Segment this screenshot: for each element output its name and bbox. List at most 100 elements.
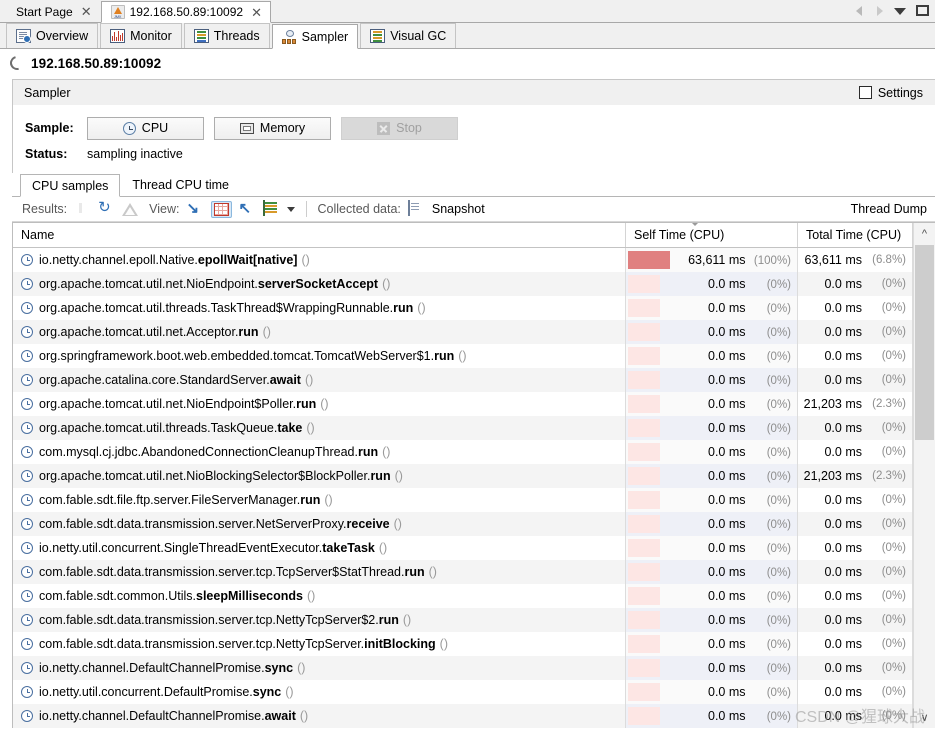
cell-name: io.netty.util.concurrent.SingleThreadEve… xyxy=(13,536,626,560)
self-time-value-wrap: 0.0 ms (0%) xyxy=(708,589,797,603)
table-row[interactable]: org.apache.tomcat.util.net.NioEndpoint. s… xyxy=(13,272,935,296)
view-dropdown-caret-icon[interactable] xyxy=(286,206,295,212)
cpu-sample-button[interactable]: CPU xyxy=(87,116,204,140)
self-time-percent: (0%) xyxy=(766,711,791,723)
table-row[interactable]: com.mysql.cj.jdbc.AbandonedConnectionCle… xyxy=(13,440,935,464)
snapshot-icon[interactable] xyxy=(407,199,425,218)
self-time-value: 0.0 ms xyxy=(708,637,746,651)
table-row[interactable]: io.netty.util.concurrent.DefaultPromise.… xyxy=(13,680,935,704)
table-row[interactable]: com.fable.sdt.file.ftp.server.FileServer… xyxy=(13,488,935,512)
self-time-bar xyxy=(628,659,660,677)
maximize-box-icon[interactable] xyxy=(916,5,929,16)
table-row[interactable]: com.fable.sdt.data.transmission.server.t… xyxy=(13,632,935,656)
settings-checkbox[interactable] xyxy=(858,86,872,99)
refresh-results-icon[interactable]: ↻ xyxy=(98,200,115,218)
tab-thread-cpu-time[interactable]: Thread CPU time xyxy=(120,173,241,196)
method-args: () xyxy=(458,349,467,363)
tab-sampler[interactable]: Sampler xyxy=(271,24,359,49)
tab-overview[interactable]: Overview xyxy=(6,23,99,48)
view-tab-bar: Overview Monitor Threads Sampler Visual … xyxy=(0,23,935,49)
self-time-value-wrap: 0.0 ms (0%) xyxy=(708,349,797,363)
method-clock-icon xyxy=(21,542,33,554)
method-args: () xyxy=(320,397,329,411)
table-row[interactable]: com.fable.sdt.data.transmission.server.t… xyxy=(13,560,935,584)
method-package: org.apache.tomcat.util.net.NioEndpoint$P… xyxy=(39,397,297,411)
close-icon[interactable]: ✕ xyxy=(251,6,262,19)
cell-self-time: 0.0 ms (0%) xyxy=(626,368,798,392)
total-time-percent: (0%) xyxy=(881,638,906,650)
method-clock-icon xyxy=(21,470,33,482)
method-name: run xyxy=(378,613,399,627)
column-header-name[interactable]: Name xyxy=(13,223,626,247)
tab-cpu-samples[interactable]: CPU samples xyxy=(20,174,121,197)
pause-results-icon[interactable] xyxy=(74,201,91,218)
scrollbar-thumb[interactable] xyxy=(915,245,934,440)
forward-view-icon[interactable]: ↘ xyxy=(187,201,204,218)
column-header-self-time[interactable]: Self Time (CPU) xyxy=(626,223,798,247)
chevron-down-icon[interactable] xyxy=(893,3,907,17)
method-args: () xyxy=(304,373,314,387)
total-time-value: 0.0 ms xyxy=(824,589,862,603)
clock-icon xyxy=(122,121,136,135)
self-time-percent: (0%) xyxy=(766,495,791,507)
total-time-value: 0.0 ms xyxy=(824,709,862,723)
table-row[interactable]: io.netty.channel.DefaultChannelPromise. s… xyxy=(13,656,935,680)
self-time-percent: (0%) xyxy=(766,591,791,603)
self-time-value-wrap: 0.0 ms (0%) xyxy=(708,445,797,459)
settings-toggle[interactable]: Settings xyxy=(858,86,927,100)
tab-label: Threads xyxy=(213,29,260,43)
self-time-bar xyxy=(628,563,660,581)
tab-threads[interactable]: Threads xyxy=(183,23,270,48)
table-row[interactable]: org.apache.tomcat.util.net.NioBlockingSe… xyxy=(13,464,935,488)
total-time-percent: (0%) xyxy=(881,710,906,722)
tab-monitor[interactable]: Monitor xyxy=(100,23,182,48)
table-row[interactable]: io.netty.channel.DefaultChannelPromise. a… xyxy=(13,704,935,728)
self-time-value-wrap: 0.0 ms (0%) xyxy=(708,469,797,483)
tab-visual-gc[interactable]: Visual GC xyxy=(360,23,457,48)
hot-spots-view-icon[interactable] xyxy=(210,200,232,218)
cell-name: com.fable.sdt.data.transmission.server.N… xyxy=(13,512,626,536)
scroll-up-button[interactable]: ^ xyxy=(914,223,935,245)
table-row[interactable]: org.apache.catalina.core.StandardServer.… xyxy=(13,368,935,392)
scrollbar-track[interactable] xyxy=(914,245,935,706)
forward-arrow-icon[interactable] xyxy=(874,3,884,17)
cell-self-time: 0.0 ms (0%) xyxy=(626,608,798,632)
back-arrow-icon[interactable] xyxy=(855,3,865,17)
table-row[interactable]: io.netty.util.concurrent.SingleThreadEve… xyxy=(13,536,935,560)
status-row: Status: sampling inactive xyxy=(25,141,935,167)
sort-descending-icon xyxy=(690,223,700,226)
close-icon[interactable]: ✕ xyxy=(81,5,92,18)
column-header-total-time[interactable]: Total Time (CPU) xyxy=(798,223,913,247)
method-package: com.fable.sdt.data.transmission.server.t… xyxy=(39,613,379,627)
memory-sample-button[interactable]: Memory xyxy=(214,116,331,140)
table-row[interactable]: com.fable.sdt.data.transmission.server.t… xyxy=(13,608,935,632)
table-row[interactable]: org.apache.tomcat.util.threads.TaskQueue… xyxy=(13,416,935,440)
self-time-value-wrap: 0.0 ms (0%) xyxy=(708,397,797,411)
window-tab-jmx-connection[interactable]: 192.168.50.89:10092 ✕ xyxy=(100,1,271,23)
self-time-bar xyxy=(628,419,660,437)
back-view-icon[interactable]: ↖ xyxy=(239,201,256,218)
table-row[interactable]: org.apache.tomcat.util.threads.TaskThrea… xyxy=(13,296,935,320)
table-row[interactable]: org.apache.tomcat.util.net.Acceptor. run(… xyxy=(13,320,935,344)
total-time-value: 0.0 ms xyxy=(824,565,862,579)
stop-sample-button[interactable]: Stop xyxy=(341,116,458,140)
scroll-down-button[interactable]: ∨ xyxy=(914,706,935,728)
table-row[interactable]: org.apache.tomcat.util.net.NioEndpoint$P… xyxy=(13,392,935,416)
snapshot-button[interactable]: Snapshot xyxy=(432,202,485,216)
total-time-percent: (0%) xyxy=(881,686,906,698)
delta-results-icon[interactable] xyxy=(122,202,139,217)
table-row[interactable]: io.netty.channel.epoll.Native. epollWait[… xyxy=(13,248,935,272)
method-name: await xyxy=(264,709,296,723)
table-vertical-scrollbar[interactable]: ^ ∨ xyxy=(913,223,935,728)
total-time-value: 0.0 ms xyxy=(824,349,862,363)
cell-name: com.fable.sdt.data.transmission.server.t… xyxy=(13,608,626,632)
window-tab-start-page[interactable]: Start Page ✕ xyxy=(6,0,101,22)
combined-view-icon[interactable] xyxy=(262,199,280,218)
table-row[interactable]: org.springframework.boot.web.embedded.to… xyxy=(13,344,935,368)
cell-total-time: 0.0 ms (0%) xyxy=(798,680,913,704)
thread-dump-button[interactable]: Thread Dump xyxy=(851,202,935,216)
total-time-value: 0.0 ms xyxy=(824,277,862,291)
table-row[interactable]: com.fable.sdt.data.transmission.server.N… xyxy=(13,512,935,536)
table-row[interactable]: com.fable.sdt.common.Utils. sleepMillisec… xyxy=(13,584,935,608)
method-name: run xyxy=(357,445,379,459)
